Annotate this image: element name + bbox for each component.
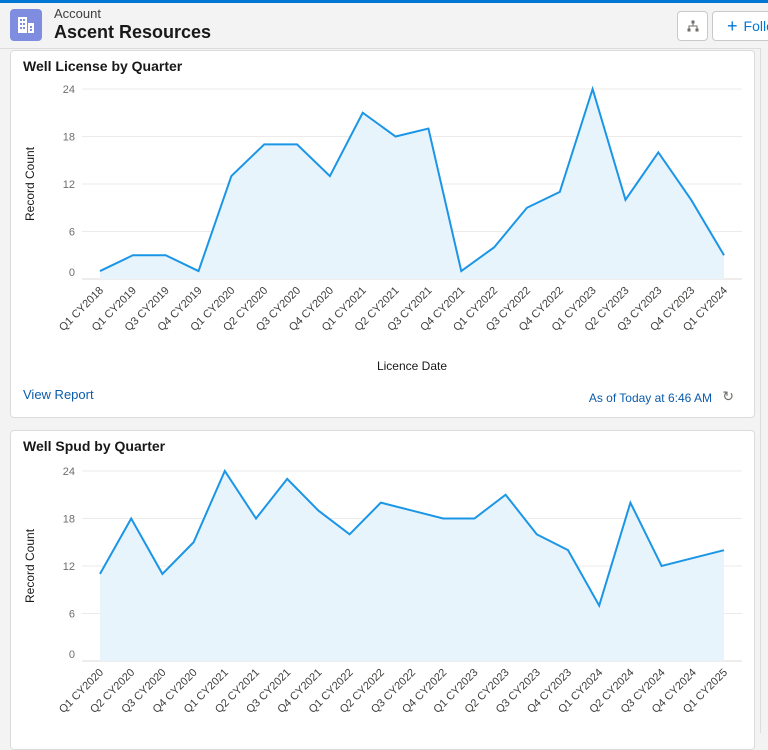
well-license-chart: 06121824Q1 CY2018Q1 CY2019Q3 CY2019Q4 CY… <box>0 50 760 375</box>
y-tick-label: 12 <box>63 179 75 191</box>
refresh-icon[interactable]: ↻ <box>722 388 734 405</box>
view-report-link[interactable]: View Report <box>23 387 94 402</box>
scrollbar[interactable] <box>760 48 768 733</box>
x-axis-label: Licence Date <box>377 359 447 373</box>
y-tick-label: 0 <box>69 267 75 279</box>
y-tick-label: 6 <box>69 609 75 621</box>
y-tick-label: 24 <box>63 466 75 478</box>
y-tick-label: 12 <box>63 561 75 573</box>
y-tick-label: 0 <box>69 649 75 661</box>
view-hierarchy-button[interactable] <box>677 11 708 41</box>
object-type-label: Account <box>54 6 101 21</box>
record-header: Account Ascent Resources + Follow <box>0 3 768 49</box>
hierarchy-icon <box>687 20 699 32</box>
y-tick-label: 6 <box>69 227 75 239</box>
record-title: Ascent Resources <box>54 22 211 43</box>
y-axis-label: Record Count <box>23 528 37 603</box>
y-axis-label: Record Count <box>23 146 37 221</box>
account-building-icon <box>10 9 42 41</box>
series-area <box>100 471 724 661</box>
y-tick-label: 18 <box>63 132 75 144</box>
plus-icon: + <box>727 17 738 35</box>
follow-button[interactable]: + Follow <box>712 11 768 41</box>
follow-label: Follow <box>744 18 768 34</box>
as-of-timestamp: As of Today at 6:46 AM <box>589 391 712 405</box>
y-tick-label: 24 <box>63 84 75 96</box>
well-spud-chart: 06121824Q1 CY2020Q2 CY2020Q3 CY2020Q4 CY… <box>0 430 760 733</box>
y-tick-label: 18 <box>63 514 75 526</box>
